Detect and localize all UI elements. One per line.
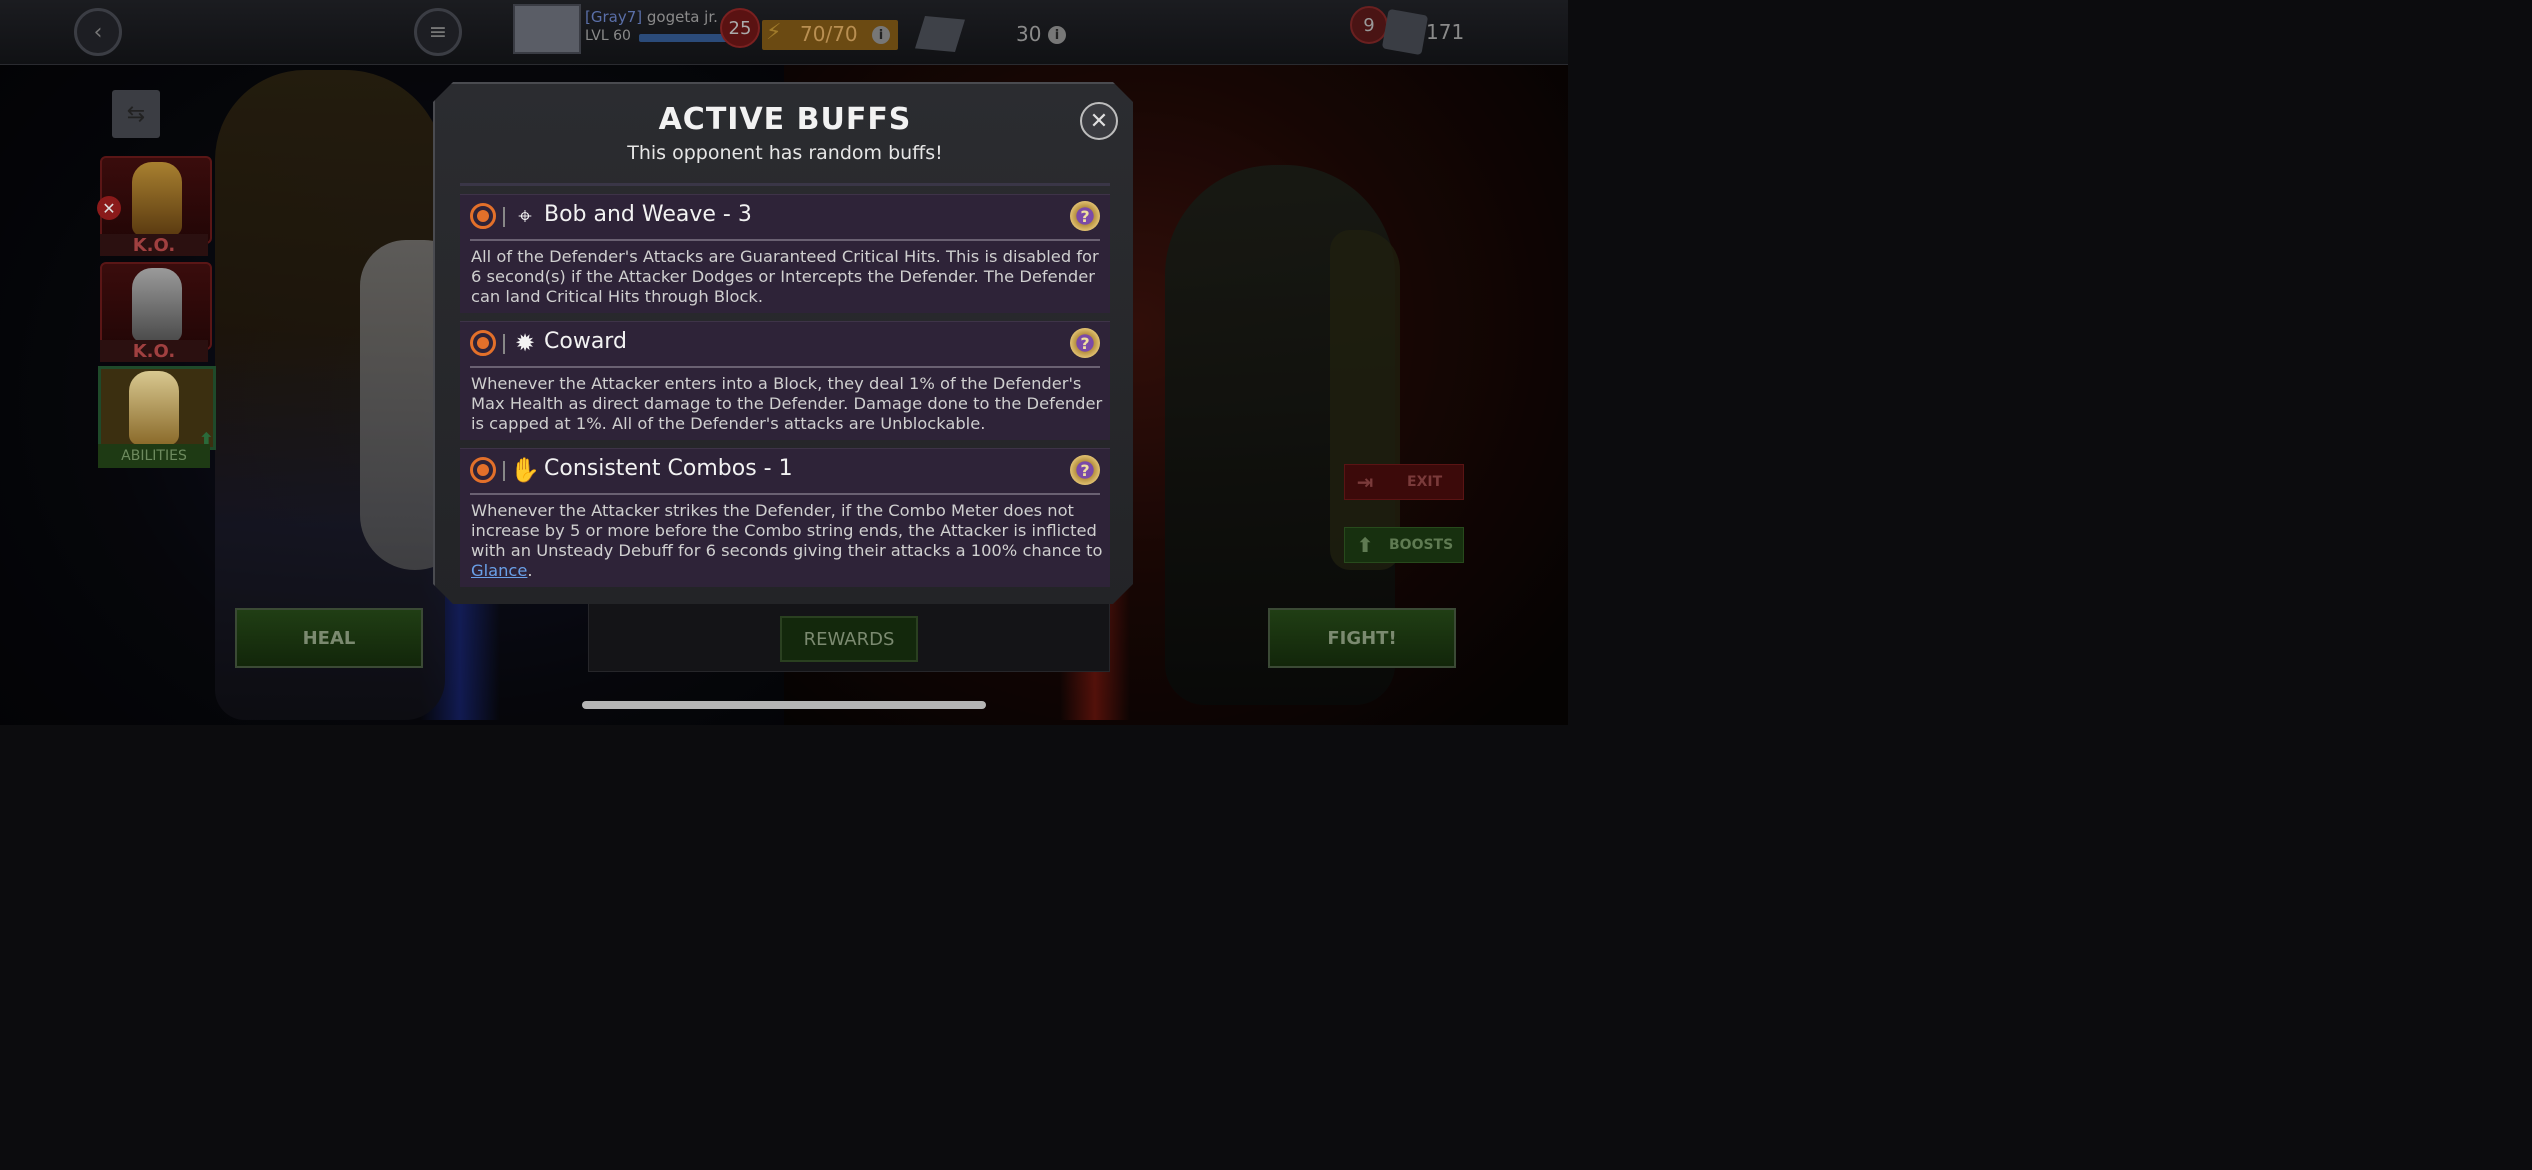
close-button[interactable]: ✕ [1080, 102, 1118, 140]
active-buffs-dialog: ACTIVE BUFFS This opponent has random bu… [433, 82, 1133, 604]
buff-description-end: . [527, 561, 533, 580]
buff-name: Consistent Combos - 1 [544, 456, 793, 481]
exit-button[interactable]: ⇥ EXIT [1344, 464, 1464, 500]
ko-label: K.O. [100, 340, 208, 362]
close-icon: ✕ [1089, 108, 1109, 134]
avatar [513, 4, 581, 54]
buff-divider [470, 493, 1100, 495]
buff-header: ✋ Consistent Combos - 1 ? [460, 449, 1110, 493]
swap-icon: ⇆ [126, 101, 146, 127]
dialog-title: ACTIVE BUFFS [658, 102, 912, 137]
buff-header: ⌖ Bob and Weave - 3 ? [460, 195, 1110, 239]
buff-indicator-icon [470, 330, 496, 356]
question-mark-icon[interactable]: ? [1070, 455, 1100, 485]
buff-divider [470, 239, 1100, 241]
buff-name: Bob and Weave - 3 [544, 202, 752, 227]
player-name-line: [Gray7] gogeta jr. [585, 8, 718, 26]
buff-item-bob-and-weave: ⌖ Bob and Weave - 3 ? All of the Defende… [460, 194, 1110, 313]
header-separator [503, 334, 505, 354]
units-info-icon[interactable]: i [1048, 26, 1066, 44]
champion-portrait [129, 371, 179, 445]
buff-description: All of the Defender's Attacks are Guaran… [471, 247, 1099, 306]
buff-name: Coward [544, 329, 627, 354]
champion-portrait [132, 162, 182, 236]
home-indicator[interactable] [582, 701, 986, 709]
level-badge: 25 [720, 8, 760, 48]
buff-description-text: Whenever the Attacker strikes the Defend… [471, 501, 1103, 560]
menu-button[interactable]: ≡ [414, 8, 462, 56]
question-mark-icon[interactable]: ? [1070, 201, 1100, 231]
buff-divider [470, 366, 1100, 368]
rewards-button[interactable]: REWARDS [780, 616, 918, 662]
boosts-button[interactable]: ⬆ BOOSTS [1344, 527, 1464, 563]
energy-value: 70/70 [800, 22, 858, 46]
notification-badge: 9 [1350, 6, 1388, 44]
exit-label: EXIT [1407, 474, 1443, 490]
exit-icon: ⇥ [1356, 470, 1374, 494]
buff-header: ✹ Coward ? [460, 322, 1110, 366]
energy-info-icon[interactable]: i [872, 26, 890, 44]
back-arrow-icon: ‹ [93, 19, 103, 45]
crosshair-icon: ⌖ [518, 202, 532, 230]
buff-description: Whenever the Attacker strikes the Defend… [471, 501, 1103, 581]
back-button[interactable]: ‹ [74, 8, 122, 56]
dialog-subtitle: This opponent has random buffs! [627, 142, 943, 164]
boost-icon: ⬆ [1356, 533, 1374, 557]
top-bar: ‹ ≡ [Gray7] gogeta jr. LVL 60 25 ⚡ 70/70… [0, 0, 1568, 65]
swap-team-button[interactable]: ⇆ [112, 90, 160, 138]
boosts-label: BOOSTS [1389, 537, 1454, 553]
heal-button[interactable]: HEAL [235, 608, 423, 668]
crystal-icon [915, 16, 965, 52]
list-top-divider [460, 183, 1110, 186]
ko-x-icon: ✕ [97, 196, 121, 220]
buff-indicator-icon [470, 203, 496, 229]
claw-icon: ✋ [510, 456, 540, 484]
card-icon[interactable] [1381, 8, 1429, 56]
header-separator [503, 461, 505, 481]
champion-portrait [132, 268, 182, 342]
alliance-tag: [Gray7] [585, 8, 643, 26]
units-value: 30 [1016, 22, 1042, 46]
gold-value: 171 [1426, 20, 1465, 44]
menu-icon: ≡ [428, 19, 448, 45]
burst-icon: ✹ [514, 329, 536, 357]
buff-description: Whenever the Attacker enters into a Bloc… [471, 374, 1103, 433]
roster-champion-2[interactable] [100, 262, 212, 350]
buff-item-consistent-combos: ✋ Consistent Combos - 1 ? Whenever the A… [460, 448, 1110, 587]
buff-indicator-icon [470, 457, 496, 483]
buff-item-coward: ✹ Coward ? Whenever the Attacker enters … [460, 321, 1110, 440]
glance-link[interactable]: Glance [471, 561, 527, 580]
player-name: gogeta jr. [646, 8, 718, 26]
question-mark-icon[interactable]: ? [1070, 328, 1100, 358]
lightning-icon: ⚡ [766, 20, 782, 45]
abilities-button[interactable]: ABILITIES [98, 444, 210, 468]
level-label: LVL 60 [585, 28, 631, 44]
fight-button[interactable]: FIGHT! [1268, 608, 1456, 668]
ko-label: K.O. [100, 234, 208, 256]
header-separator [503, 207, 505, 227]
